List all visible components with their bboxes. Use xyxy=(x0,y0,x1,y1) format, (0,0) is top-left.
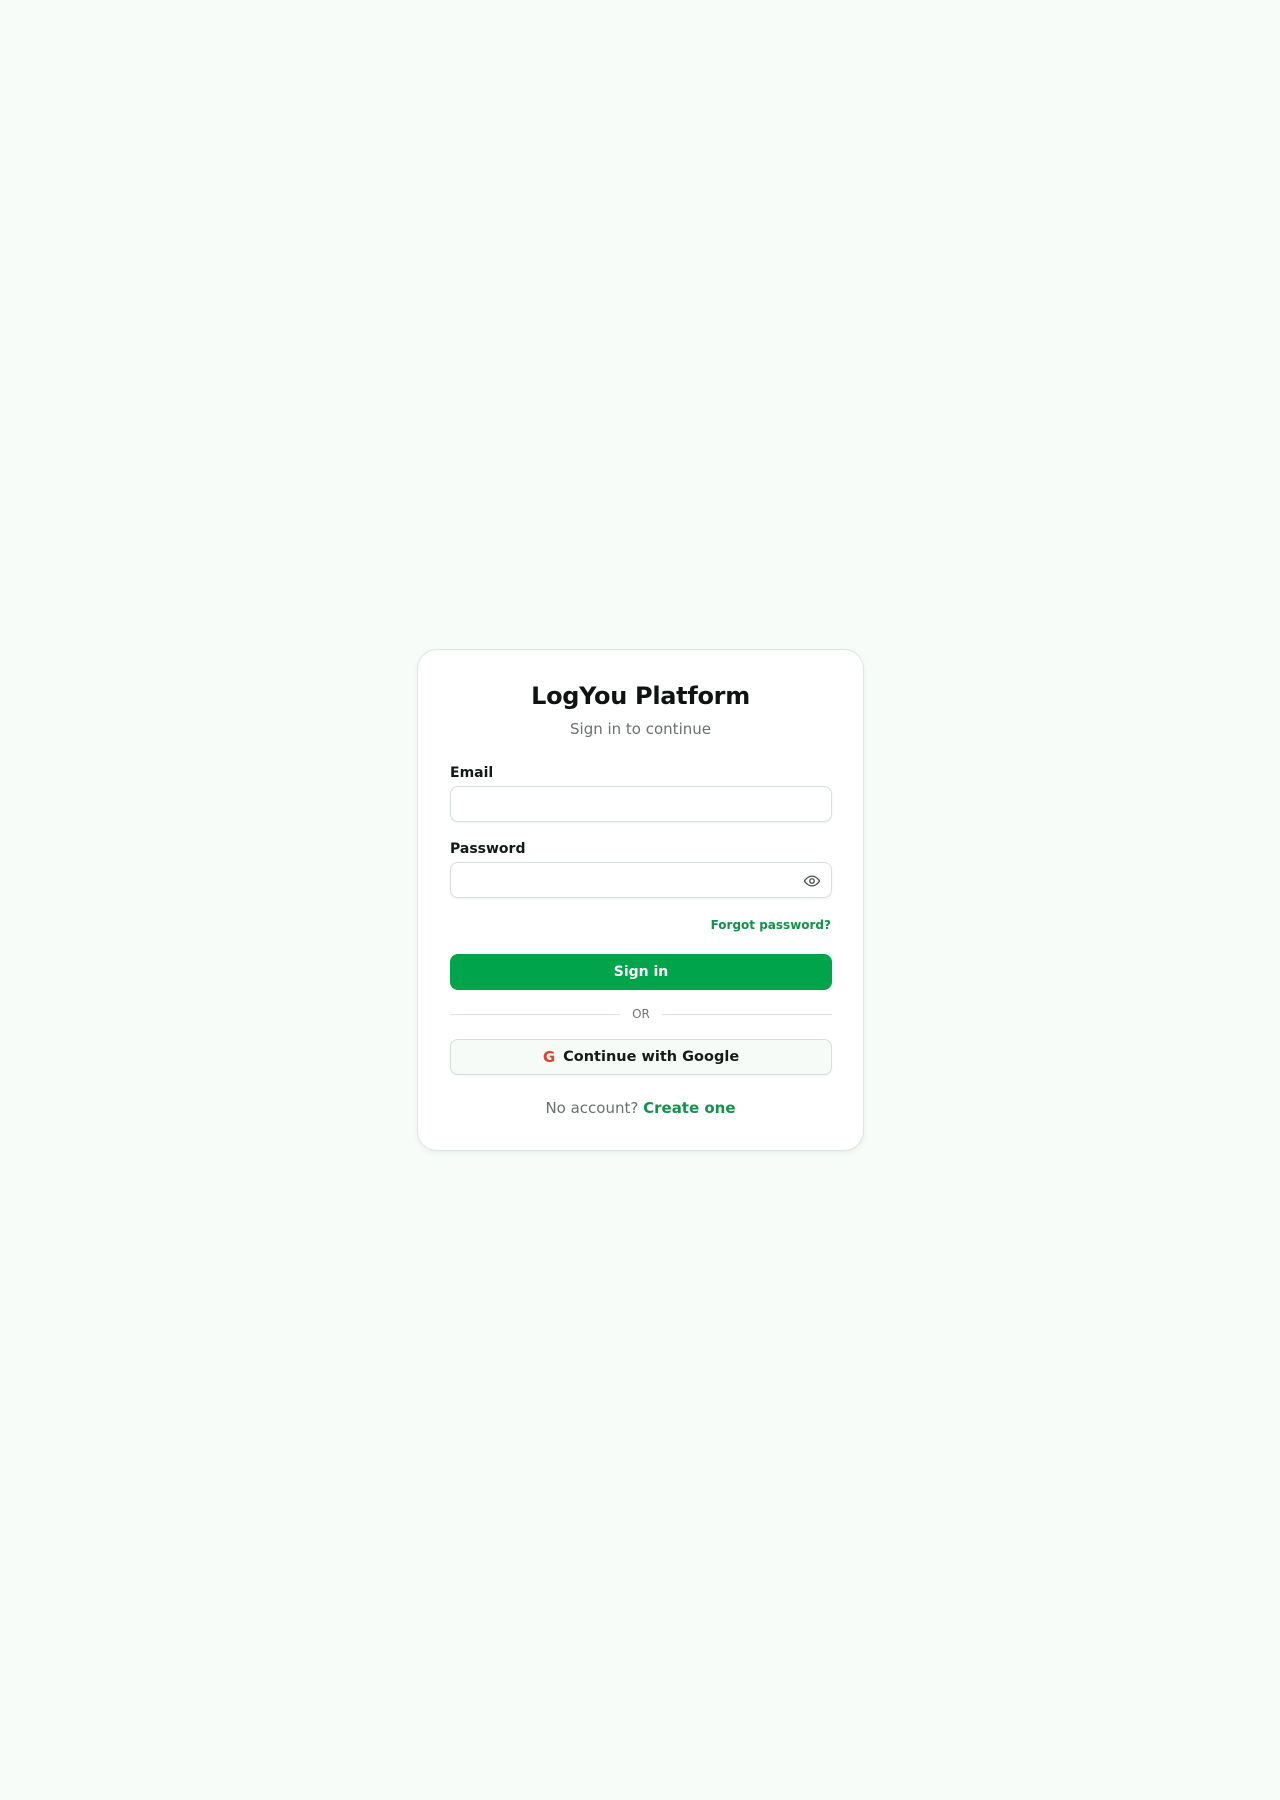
page-title: LogYou Platform xyxy=(531,682,750,710)
password-field[interactable] xyxy=(451,863,831,897)
email-field-wrapper xyxy=(450,786,832,822)
google-button-label: Continue with Google xyxy=(563,1049,740,1065)
forgot-password-link[interactable]: Forgot password? xyxy=(711,918,831,932)
page-subtitle: Sign in to continue xyxy=(570,720,711,738)
login-card: LogYou Platform Sign in to continue Emai… xyxy=(417,649,864,1151)
email-label: Email xyxy=(450,765,494,781)
or-divider: OR xyxy=(450,1006,832,1022)
eye-icon[interactable] xyxy=(803,872,821,890)
email-field[interactable] xyxy=(451,787,831,821)
password-label: Password xyxy=(450,841,526,857)
continue-with-google-button[interactable]: G Continue with Google xyxy=(450,1039,832,1075)
google-icon: G xyxy=(542,1047,556,1066)
no-account-text: No account? xyxy=(545,1099,639,1117)
sign-in-button[interactable]: Sign in xyxy=(450,954,832,990)
create-account-link[interactable]: Create one xyxy=(643,1099,735,1117)
divider-line-right xyxy=(662,1014,832,1015)
signup-prompt: No account? Create one xyxy=(418,1099,863,1117)
password-field-wrapper xyxy=(450,862,832,898)
